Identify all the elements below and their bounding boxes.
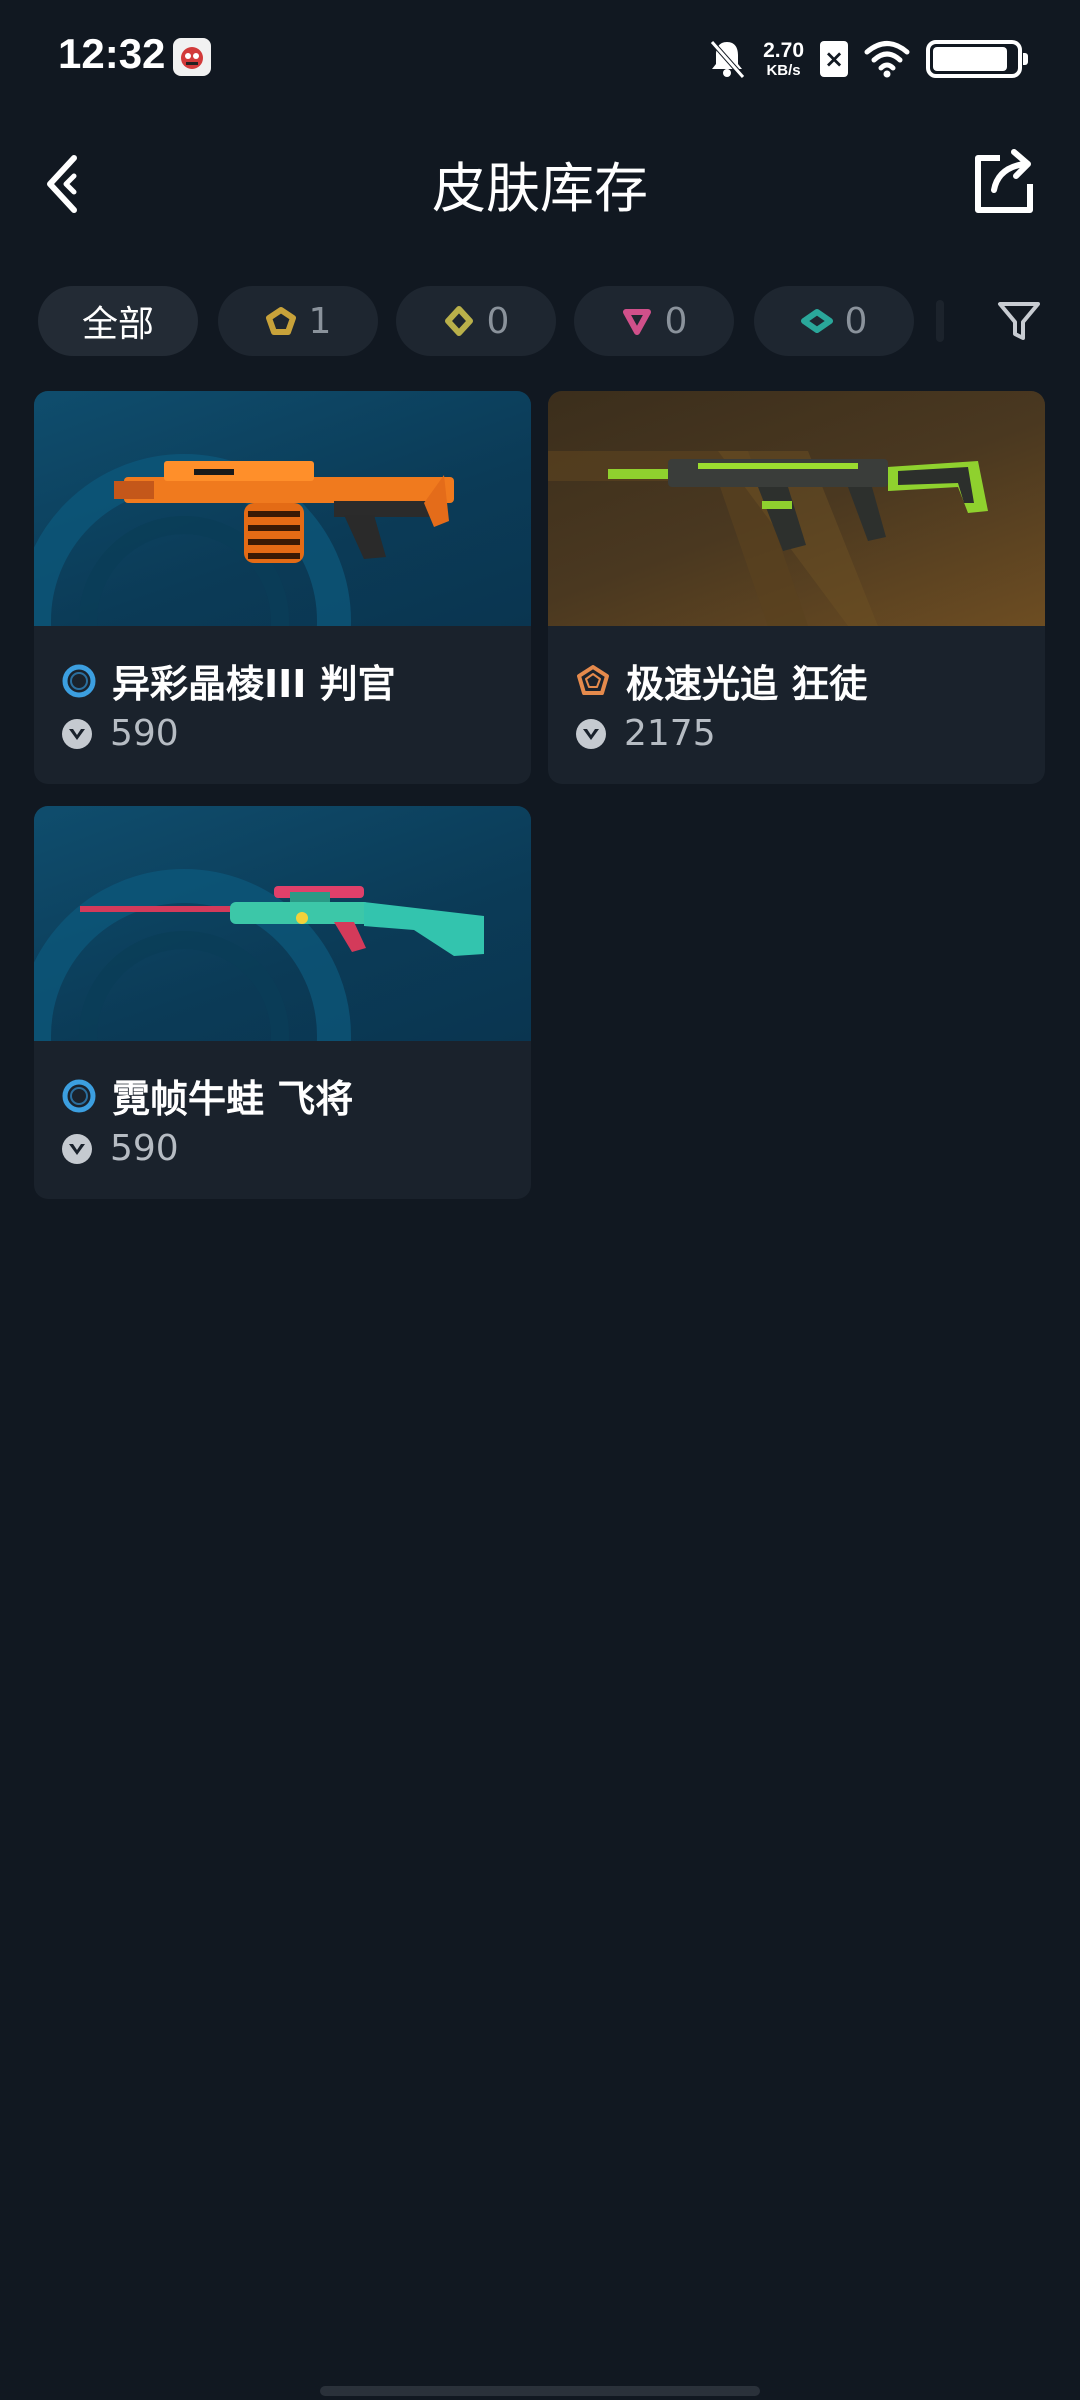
skin-title-row: 异彩晶棱III 判官 (60, 653, 396, 708)
skin-image-marshal (34, 806, 531, 1041)
filter-chip-label: 全部 (81, 304, 154, 345)
skin-price-row: 2175 (574, 713, 716, 754)
skin-title-row: 霓帧牛蛙 飞将 (60, 1068, 353, 1123)
home-indicator[interactable] (320, 2386, 760, 2396)
filter-chip-tier-2[interactable]: 0 (396, 286, 556, 356)
blue-ring-tier-icon (62, 1079, 96, 1112)
skin-price: 590 (110, 713, 179, 754)
page-title: 皮肤库存 (432, 157, 648, 220)
top-app-bar: 皮肤库存 (0, 130, 1080, 230)
filter-chip-count: 0 (486, 300, 510, 342)
skin-name: 极速光追 狂徒 (626, 662, 868, 706)
skin-inventory-screen: 12:32 2.70 KB/s × 皮肤库存 全部 1 0 0 0 异彩晶棱II… (0, 0, 1080, 2400)
filter-chip-tier-4[interactable]: 0 (754, 286, 914, 356)
battery-icon (926, 40, 1028, 78)
battery-level (933, 47, 1007, 71)
wifi-icon (864, 41, 910, 78)
network-speed: 2.70 KB/s (763, 40, 804, 78)
network-speed-value: 2.70 (763, 39, 804, 62)
skin-name: 异彩晶棱III 判官 (112, 662, 396, 706)
skin-price: 2175 (624, 713, 716, 754)
app-notification-icon (173, 38, 211, 76)
filter-chip-count: 1 (308, 300, 332, 342)
rarity-filter-bar: 全部 1 0 0 0 (38, 286, 1080, 356)
blue-ring-tier-icon (62, 664, 96, 697)
status-indicators: 2.70 KB/s × (707, 34, 1028, 84)
skin-image-vandal (548, 391, 1045, 626)
bell-muted-icon (710, 40, 745, 79)
chip-overflow-edge (936, 300, 944, 342)
skin-card[interactable]: 霓帧牛蛙 飞将 590 (34, 806, 531, 1199)
status-bar: 12:32 2.70 KB/s × (0, 0, 1080, 115)
filter-chip-count: 0 (844, 300, 868, 342)
pentagon-gold-tier-icon (265, 307, 296, 335)
share-icon (975, 149, 1033, 213)
diamond-yellow-tier-icon (444, 306, 473, 336)
skin-price-row: 590 (60, 1128, 179, 1169)
valorant-points-icon (62, 718, 92, 749)
status-time: 12:32 (58, 30, 166, 77)
filter-chip-tier-3[interactable]: 0 (574, 286, 734, 356)
network-speed-unit: KB/s (766, 62, 801, 79)
skin-name: 霓帧牛蛙 飞将 (112, 1077, 354, 1121)
skin-card[interactable]: 极速光追 狂徒 2175 (548, 391, 1045, 784)
filter-button[interactable] (992, 294, 1046, 348)
triangle-pink-tier-icon (622, 309, 651, 335)
skin-price-row: 590 (60, 713, 179, 754)
filter-chip-all[interactable]: 全部 (38, 286, 198, 356)
funnel-icon (998, 302, 1040, 340)
orange-pentagon-tier-icon (577, 664, 609, 695)
skin-title-row: 极速光追 狂徒 (574, 653, 867, 708)
filter-chip-tier-1[interactable]: 1 (218, 286, 378, 356)
skin-card[interactable]: 异彩晶棱III 判官 590 (34, 391, 531, 784)
share-button[interactable] (964, 140, 1044, 220)
rhombus-teal-tier-icon (800, 309, 833, 333)
filter-chip-count: 0 (664, 300, 688, 342)
valorant-points-icon (62, 1133, 92, 1164)
skin-image-judge (34, 391, 531, 626)
valorant-points-icon (576, 718, 606, 749)
no-sim-icon: × (820, 41, 848, 77)
skin-price: 590 (110, 1128, 179, 1169)
